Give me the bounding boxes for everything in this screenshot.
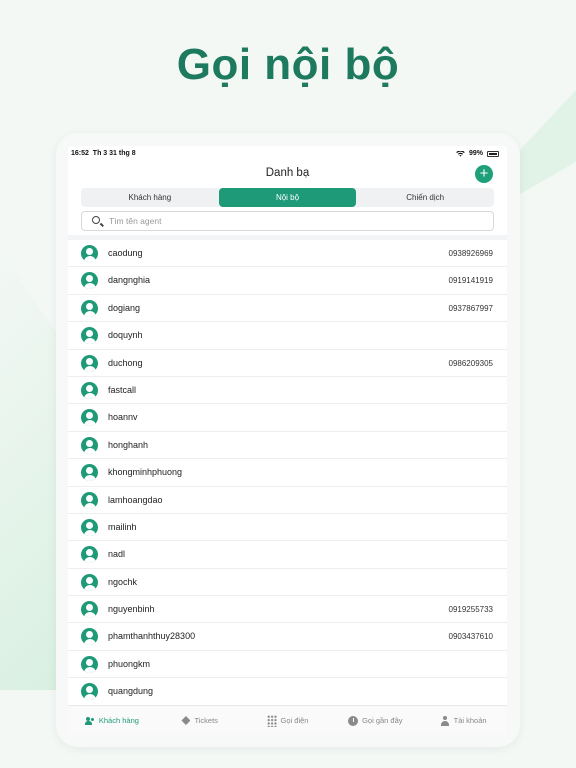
list-item[interactable]: phamthanhthuy28300 0903437610 [68,623,507,651]
status-indicators: 99% [456,150,499,157]
tab-goi-gan-day[interactable]: Gọi gần đây [331,706,419,735]
avatar-icon [81,683,98,701]
avatar-icon [81,299,98,317]
contact-phone: 0937867997 [448,303,494,313]
segmented-control: Khách hàng Nội bộ Chiến dịch [81,188,494,207]
contact-phone: 0903437610 [448,632,494,642]
contact-phone: 0919141919 [448,276,494,286]
avatar-icon [81,628,98,646]
contact-name: mailinh [108,521,137,532]
status-date: Th 3 31 thg 8 [92,150,136,157]
avatar-icon [81,573,98,591]
contact-name: hoannv [108,412,138,423]
segment-khach-hang[interactable]: Khách hàng [81,188,219,207]
list-item[interactable]: quangdung [68,678,507,706]
avatar-icon [81,272,98,290]
status-clock: 16:52 [71,150,89,157]
contact-phone: 0986209305 [448,358,494,368]
battery-percent: 99% [468,150,483,157]
list-item[interactable]: caodung 0938926969 [68,240,507,268]
contact-name: lamhoangdao [108,494,163,505]
add-button[interactable]: + [475,165,493,183]
avatar-icon [81,245,98,262]
contact-name: honghanh [108,439,149,450]
list-item[interactable]: fastcall [68,377,507,405]
segment-noi-bo[interactable]: Nội bộ [218,188,357,207]
contact-name: khongminhphuong [108,467,183,478]
tab-bar: Khách hàng Tickets Gọi điện Gọi gần đây … [68,705,507,735]
avatar-icon [81,518,98,536]
contact-name: duchong [108,357,143,368]
list-item[interactable]: honghanh [68,432,507,460]
avatar-icon [81,436,98,454]
search-input[interactable] [109,212,479,230]
contact-name: doquynh [108,330,143,341]
ticket-icon [181,716,191,725]
list-item[interactable]: nadl [68,541,507,569]
plus-icon: + [479,165,489,182]
contact-phone: 0919255733 [448,605,494,615]
avatar-icon [81,601,98,619]
list-item[interactable]: lamhoangdao [68,487,507,514]
status-bar: 16:52 Th 3 31 thg 8 99% [68,148,507,160]
contact-name: nadl [108,549,126,560]
list-item[interactable]: mailinh [68,514,507,542]
avatar-icon [81,655,98,673]
list-item[interactable]: phuongkm [68,651,507,679]
contact-name: caodung [108,248,143,258]
tab-label: Tài khoản [453,716,487,725]
avatar-icon [81,409,98,427]
wifi-icon [456,150,465,157]
tab-label: Tickets [194,716,218,725]
clock-icon [348,715,359,726]
battery-icon [487,150,499,157]
contact-name: quangdung [108,686,154,697]
contact-name: dangnghia [108,275,151,286]
search-icon [92,216,100,224]
avatar-icon [81,327,98,345]
list-item[interactable]: dogiang 0937867997 [68,295,507,323]
tab-tickets[interactable]: Tickets [156,706,244,735]
contact-name: nguyenbinh [108,604,155,615]
app-screen: 16:52 Th 3 31 thg 8 99% Danh bạ + Khách … [68,146,507,735]
tab-goi-dien[interactable]: Gọi điện [244,706,332,735]
contact-phone: 0938926969 [448,249,494,258]
list-item[interactable]: doquynh [68,322,507,350]
users-icon [84,716,95,726]
person-icon [440,715,450,726]
list-item[interactable]: khongminhphuong [68,459,507,487]
list-item[interactable]: duchong 0986209305 [68,350,507,377]
tab-khach-hang[interactable]: Khách hàng [68,706,156,735]
avatar-icon [81,491,98,509]
contact-name: ngochk [108,576,138,587]
tab-tai-khoan[interactable]: Tài khoản [419,706,507,735]
list-item[interactable]: hoannv [68,404,507,432]
contact-name: dogiang [108,302,141,313]
avatar-icon [81,546,98,564]
dialpad-icon [266,714,277,727]
tab-label: Gọi gần đây [362,716,403,725]
avatar-icon [81,354,98,372]
list-item[interactable]: dangnghia 0919141919 [68,267,507,295]
tab-label: Khách hàng [98,716,139,725]
list-item[interactable]: nguyenbinh 0919255733 [68,596,507,624]
tab-label: Gọi điện [280,716,309,725]
contact-name: phamthanhthuy28300 [108,631,196,642]
contact-name: fastcall [108,384,137,395]
contact-list: caodung 0938926969 dangnghia 0919141919 do… [68,240,507,706]
avatar-icon [81,381,98,399]
avatar-icon [81,464,98,482]
page-title: Danh bạ [265,167,310,179]
search-box [81,211,494,231]
contact-name: phuongkm [108,658,151,669]
status-time: 16:52 Th 3 31 thg 8 [71,150,136,157]
hero-title: Gọi nội bộ [176,40,400,89]
segment-chien-dich[interactable]: Chiến dịch [356,188,494,207]
list-item[interactable]: ngochk [68,569,507,597]
